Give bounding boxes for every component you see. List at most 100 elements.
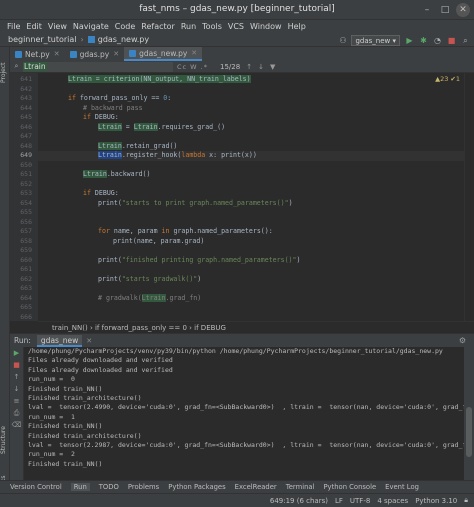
lock-icon[interactable]: 🔒︎	[464, 496, 468, 505]
menu-run[interactable]: Run	[178, 20, 199, 33]
close-tab-icon[interactable]: ✕	[86, 337, 92, 345]
tool-version-control[interactable]: Version Control	[10, 483, 62, 491]
search-icon[interactable]: ⌕	[460, 35, 471, 46]
filter-icon[interactable]: ▼	[270, 63, 275, 71]
code-string: "finished printing graph.named_parameter…	[121, 255, 297, 264]
scroll-up-icon[interactable]: ↑	[10, 371, 23, 383]
line-number: 664	[20, 293, 32, 302]
close-button[interactable]: ✕	[456, 3, 470, 17]
scroll-thumb[interactable]	[466, 407, 472, 457]
menu-help[interactable]: Help	[285, 20, 309, 33]
tab-net-py[interactable]: Net.py ✕	[10, 47, 65, 61]
menu-view[interactable]: View	[45, 20, 70, 33]
stop-icon[interactable]: ■	[10, 359, 23, 371]
code-text: .retain_grad()	[121, 141, 178, 150]
code-keyword: for	[98, 227, 114, 235]
line-number: 645	[20, 113, 32, 121]
tab-gdas-new-py[interactable]: gdas_new.py ✕	[124, 47, 203, 61]
run-console[interactable]: /home/phung/PycharmProjects/venv/py39/bi…	[24, 347, 464, 480]
project-tool-button[interactable]: Project	[0, 53, 10, 93]
line-number: 653	[20, 189, 32, 197]
run-icon[interactable]: ▶	[404, 35, 415, 46]
run-tab-gdas-new[interactable]: gdas_new	[36, 334, 83, 347]
tool-todo[interactable]: TODO	[99, 483, 119, 491]
tab-gdas-py[interactable]: gdas.py ✕	[65, 47, 124, 61]
editor-breadcrumb[interactable]: train_NN() › if forward_pass_only == 0 ›…	[38, 321, 474, 333]
rerun-icon[interactable]: ▶	[10, 347, 23, 359]
code-keyword: in	[161, 227, 174, 235]
coverage-icon[interactable]: ◔	[432, 35, 443, 46]
find-input[interactable]: Ltrain	[23, 61, 173, 72]
console-scrollbar[interactable]	[464, 347, 474, 480]
tool-python-packages[interactable]: Python Packages	[168, 483, 225, 491]
tool-run[interactable]: Run	[70, 483, 90, 491]
line-separator[interactable]: LF	[335, 497, 343, 505]
menu-code[interactable]: Code	[112, 20, 138, 33]
tool-excel-reader[interactable]: ExcelReader	[235, 483, 277, 491]
tool-problems[interactable]: Problems	[128, 483, 159, 491]
run-panel-header: Run: gdas_new ✕ ⚙	[10, 333, 474, 347]
line-number: 658	[20, 236, 32, 245]
previous-match-icon[interactable]: ↑	[246, 63, 252, 71]
line-number: 647	[20, 132, 32, 140]
close-tab-icon[interactable]: ✕	[113, 50, 119, 58]
line-number: 649	[20, 151, 32, 159]
minimize-button[interactable]: –	[420, 3, 434, 17]
settings-icon[interactable]: ⚙	[459, 336, 466, 345]
close-tab-icon[interactable]: ✕	[54, 50, 60, 58]
editor-scrollbar[interactable]	[464, 73, 474, 321]
code-text: :	[167, 94, 172, 102]
search-icon: ⌕	[14, 62, 19, 70]
code-line: print("starts gradwalk()")	[98, 275, 201, 284]
code-line: Ltrain.register_hook(lambda x: print(x))	[98, 151, 257, 160]
print-icon[interactable]: ⎙	[10, 407, 23, 419]
tool-event-log[interactable]: Event Log	[385, 483, 419, 491]
menu-vcs[interactable]: VCS	[225, 20, 247, 33]
console-line: Finished train_architecture()	[28, 431, 142, 440]
next-match-icon[interactable]: ↓	[258, 63, 264, 71]
tool-python-console[interactable]: Python Console	[323, 483, 376, 491]
line-number: 651	[20, 170, 32, 178]
indent-setting[interactable]: 4 spaces	[377, 497, 408, 505]
console-line: Finished train_NN()	[28, 459, 103, 468]
menu-refactor[interactable]: Refactor	[138, 20, 178, 33]
breadcrumb-project[interactable]: beginner_tutorial	[8, 35, 77, 44]
console-line: lval = tensor(2.4990, device='cuda:0', g…	[28, 403, 464, 412]
tool-terminal[interactable]: Terminal	[286, 483, 315, 491]
menu-navigate[interactable]: Navigate	[70, 20, 112, 33]
trash-icon[interactable]: ⌫	[10, 419, 23, 431]
scroll-down-icon[interactable]: ↓	[10, 383, 23, 395]
stop-icon[interactable]: ■	[446, 35, 457, 46]
run-toolbar: ▶ ■ ↑ ↓ ≡ ⎙ ⌫	[10, 347, 24, 480]
maximize-button[interactable]: □	[438, 3, 452, 17]
user-icon[interactable]: ⚇	[337, 35, 348, 46]
code-text: )	[296, 255, 301, 264]
breadcrumb-file[interactable]: gdas_new.py	[98, 35, 149, 44]
soft-wrap-icon[interactable]: ≡	[10, 395, 23, 407]
menu-edit[interactable]: Edit	[23, 20, 45, 33]
code-keyword: if	[68, 94, 80, 102]
line-gutter: 641 642 643 644 645 646 647 648 649 650 …	[10, 73, 38, 321]
python-file-icon	[87, 36, 95, 43]
menu-tools[interactable]: Tools	[199, 20, 225, 33]
menu-window[interactable]: Window	[247, 20, 285, 33]
structure-tool-button[interactable]: Structure	[0, 415, 10, 465]
file-encoding[interactable]: UTF-8	[350, 497, 370, 505]
run-configuration-select[interactable]: gdas_new ▾	[351, 34, 400, 46]
menu-file[interactable]: File	[4, 20, 23, 33]
inspection-widget[interactable]: ▲23 ✔1	[435, 75, 460, 83]
caret-position[interactable]: 649:19 (6 chars)	[270, 497, 328, 505]
editor-tabs: Net.py ✕ gdas.py ✕ gdas_new.py ✕	[10, 47, 474, 61]
code-text: print(name, param.grad)	[113, 236, 205, 245]
code-editor[interactable]: Ltrain = criterion(NN_output, NN_train_l…	[38, 73, 464, 321]
code-text: name, param	[113, 227, 162, 235]
breadcrumb-separator: ›	[80, 35, 84, 44]
code-string: "starts gradwalk()"	[121, 274, 198, 283]
debug-icon[interactable]: ✱	[418, 35, 429, 46]
code-keyword: if	[83, 113, 95, 121]
python-file-icon	[15, 50, 22, 58]
close-tab-icon[interactable]: ✕	[191, 49, 197, 57]
left-tool-strip: Project Structure Bookmarks	[0, 47, 10, 507]
find-options[interactable]: Cc W .*	[177, 63, 208, 71]
python-interpreter[interactable]: Python 3.10	[415, 497, 457, 505]
